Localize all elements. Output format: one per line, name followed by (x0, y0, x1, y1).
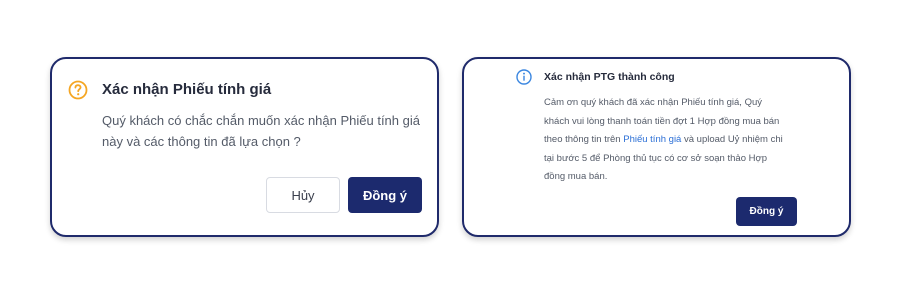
question-circle-icon (68, 80, 88, 100)
dialog-title: Xác nhận PTG thành công (544, 71, 675, 83)
dialog-message: Quý khách có chắc chắn muốn xác nhận Phi… (102, 113, 420, 149)
confirm-ptg-dialog: Xác nhận Phiếu tính giá Quý khách có chắ… (50, 57, 439, 237)
info-circle-icon (516, 69, 532, 85)
cancel-button[interactable]: Hủy (266, 177, 340, 213)
ok-button[interactable]: Đồng ý (736, 197, 797, 226)
ptg-success-dialog: Xác nhận PTG thành công Cảm ơn quý khách… (462, 57, 851, 237)
confirm-button[interactable]: Đồng ý (348, 177, 422, 213)
dialog-message: Cảm ơn quý khách đã xác nhận Phiếu tính … (544, 94, 784, 187)
dialog-title: Xác nhận Phiếu tính giá (102, 81, 272, 98)
phieu-tinh-gia-link[interactable]: Phiếu tính giá (623, 134, 681, 145)
